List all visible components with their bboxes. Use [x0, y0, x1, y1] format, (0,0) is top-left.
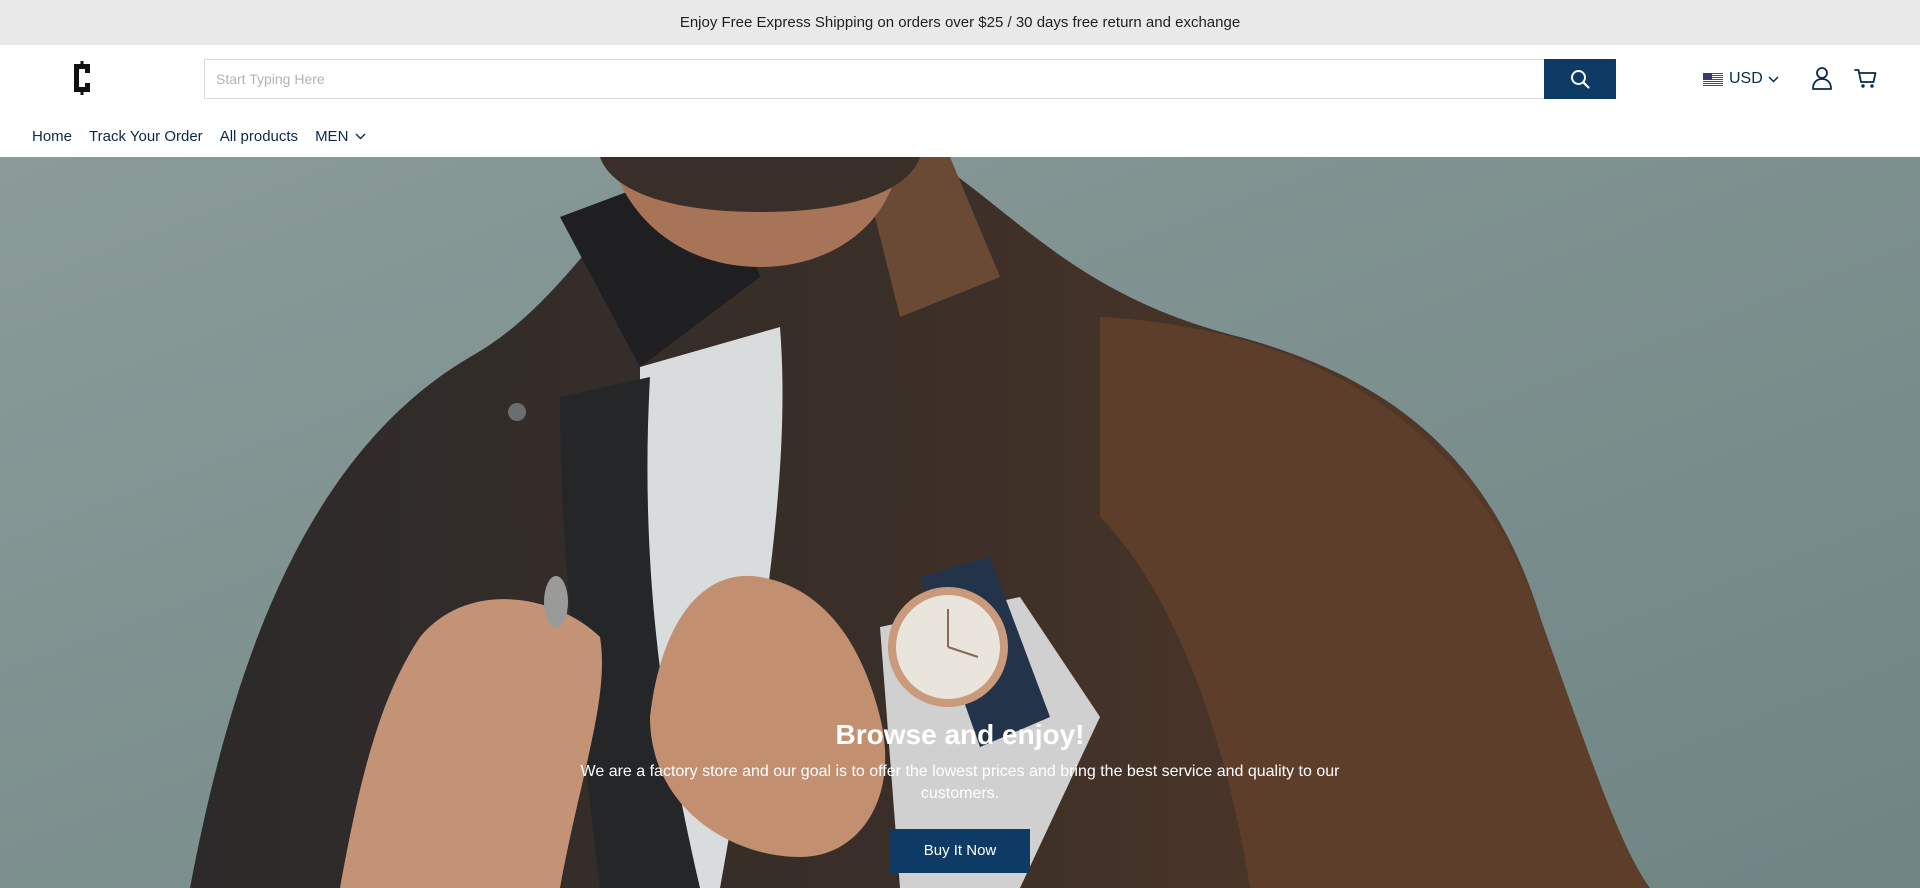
search-button[interactable] [1544, 59, 1616, 99]
buy-it-now-button[interactable]: Buy It Now [890, 829, 1030, 873]
hero-content: Browse and enjoy! We are a factory store… [0, 719, 1920, 873]
us-flag-icon [1703, 72, 1723, 86]
hero-banner: Browse and enjoy! We are a factory store… [0, 157, 1920, 888]
currency-label: USD [1729, 70, 1763, 87]
c-letter-logo-icon [74, 61, 90, 95]
search-input[interactable] [204, 59, 1544, 99]
nav-item-track-order[interactable]: Track Your Order [89, 128, 203, 145]
cart-icon [1854, 69, 1877, 88]
user-icon [1812, 67, 1832, 90]
nav-item-home[interactable]: Home [32, 128, 72, 145]
announcement-text: Enjoy Free Express Shipping on orders ov… [679, 14, 1241, 31]
hero-title: Browse and enjoy! [835, 719, 1085, 750]
account-button[interactable] [1810, 65, 1834, 91]
nav-item-label: Track Your Order [89, 127, 203, 145]
site-header: USD Home Track Your Order All products M… [0, 45, 1920, 157]
currency-selector[interactable]: USD [1703, 67, 1779, 91]
hero-description: We are a factory store and our goal is t… [580, 763, 1340, 802]
announcement-bar: Enjoy Free Express Shipping on orders ov… [0, 0, 1920, 45]
main-nav: Home Track Your Order All products MEN [32, 125, 383, 147]
nav-item-all-products[interactable]: All products [220, 128, 298, 145]
nav-item-men[interactable]: MEN [315, 128, 366, 145]
chevron-down-icon [355, 133, 366, 139]
search-icon [1571, 70, 1590, 89]
nav-item-label: Home [32, 127, 73, 145]
cart-button[interactable] [1854, 65, 1878, 91]
nav-item-label: MEN [315, 127, 349, 145]
search-bar [204, 59, 1616, 99]
nav-item-label: All products [219, 127, 299, 145]
site-logo[interactable] [70, 61, 94, 95]
chevron-down-icon [1768, 75, 1779, 83]
